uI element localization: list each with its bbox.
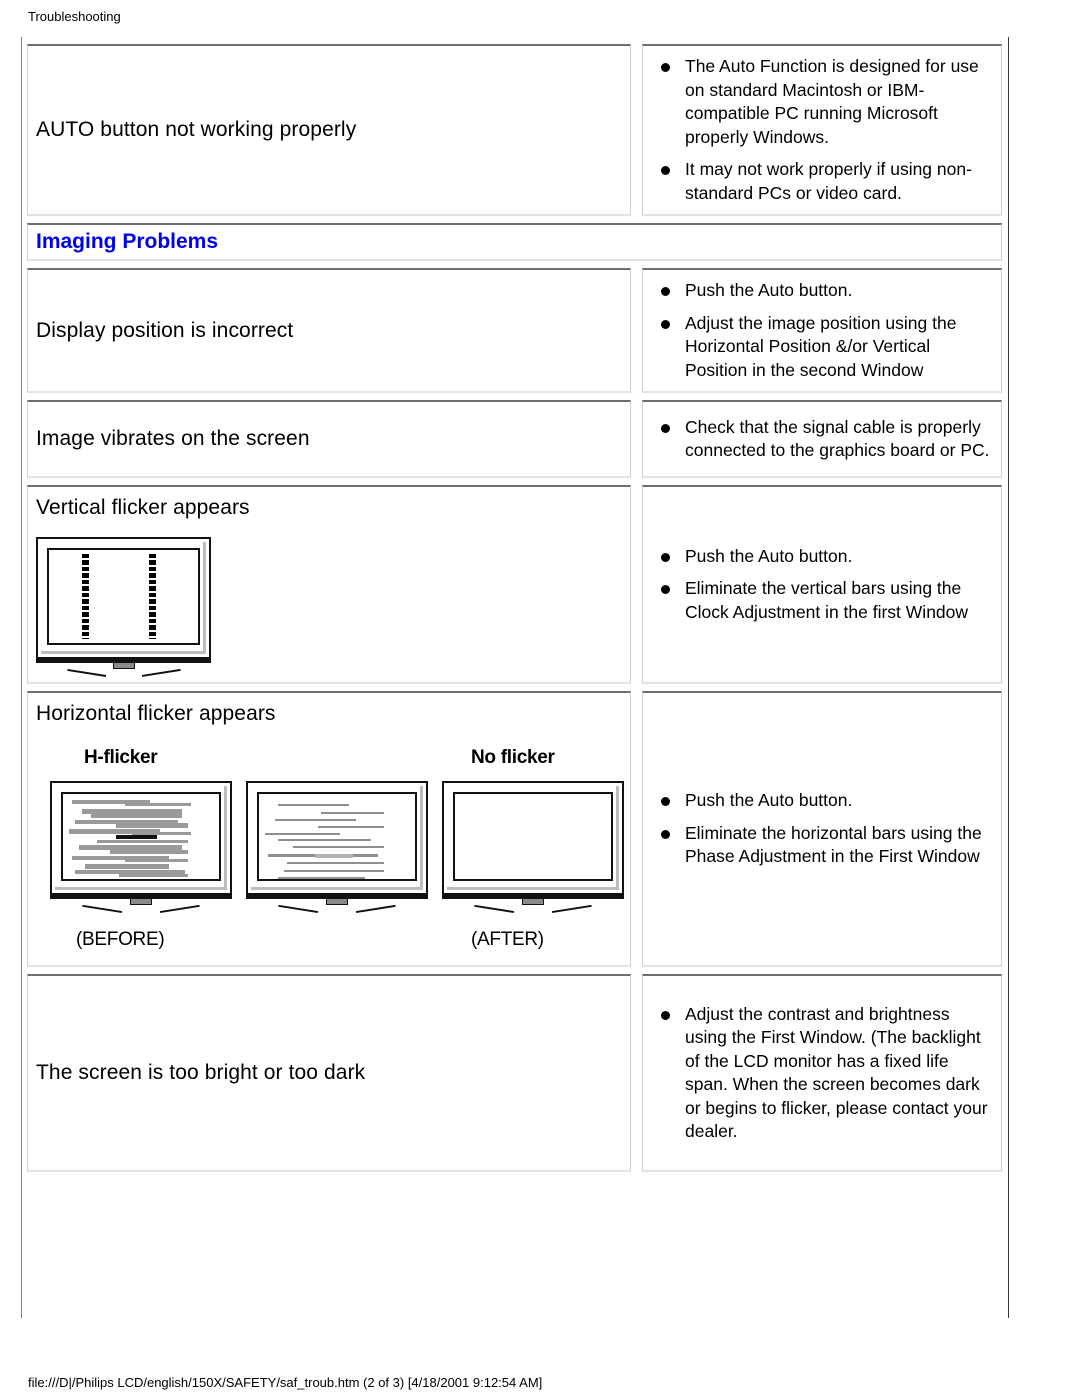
scanline <box>125 803 191 806</box>
scanline <box>277 877 366 879</box>
bullet-icon <box>661 552 670 562</box>
list-item: The Auto Function is designed for use on… <box>657 55 991 149</box>
scanline <box>116 835 157 839</box>
list-item: Eliminate the vertical bars using the Cl… <box>657 577 991 624</box>
table-row: Horizontal flicker appears H-flicker No … <box>27 691 1002 967</box>
solution-cell-screen-brightness: Adjust the contrast and brightness using… <box>642 974 1002 1172</box>
page-header-title: Troubleshooting <box>28 9 121 24</box>
scanline <box>125 859 188 862</box>
scanline <box>84 864 170 869</box>
solution-cell-vertical-flicker: Push the Auto button. Eliminate the vert… <box>642 485 1002 684</box>
section-title: Imaging Problems <box>36 230 219 253</box>
before-monitor-illustration <box>50 781 232 914</box>
scanline <box>91 814 182 818</box>
flicker-bar <box>148 554 156 639</box>
solution-text: Push the Auto button. <box>685 280 853 300</box>
table-row: The screen is too bright or too dark Adj… <box>27 974 1002 1172</box>
solution-list: The Auto Function is designed for use on… <box>643 55 1001 205</box>
scanline <box>283 870 384 872</box>
bullet-icon <box>661 423 670 433</box>
problem-cell-vertical-flicker: Vertical flicker appears <box>27 485 631 684</box>
flicker-bar <box>81 554 89 639</box>
bullet-icon <box>661 63 670 72</box>
solution-cell-auto-button: The Auto Function is designed for use on… <box>642 44 1002 216</box>
bullet-icon <box>661 1010 670 1020</box>
problem-cell-horizontal-flicker: Horizontal flicker appears H-flicker No … <box>27 691 631 967</box>
problem-label: Display position is incorrect <box>36 318 294 342</box>
noflicker-label: No flicker <box>471 747 555 768</box>
solution-text: Adjust the contrast and brightness using… <box>685 1003 988 1142</box>
table-tail-space <box>27 1179 1002 1309</box>
problem-cell-display-position: Display position is incorrect <box>27 268 631 393</box>
table-row: Vertical flicker appears Push the Auto b… <box>27 485 1002 684</box>
list-item: Push the Auto button. <box>657 545 991 569</box>
problem-cell-screen-brightness: The screen is too bright or too dark <box>27 974 631 1172</box>
list-item: It may not work properly if using non-st… <box>657 158 991 205</box>
problem-label: Horizontal flicker appears <box>36 702 276 725</box>
problem-label: The screen is too bright or too dark <box>36 1061 366 1084</box>
list-item: Push the Auto button. <box>657 279 991 303</box>
scanline <box>277 839 372 841</box>
problem-cell-image-vibrates: Image vibrates on the screen <box>27 400 631 478</box>
list-item: Eliminate the horizontal bars using the … <box>657 822 991 869</box>
before-caption: (BEFORE) <box>76 929 165 950</box>
solution-text: Eliminate the horizontal bars using the … <box>685 822 982 867</box>
hflicker-label: H-flicker <box>84 747 158 768</box>
solution-cell-display-position: Push the Auto button. Adjust the image p… <box>642 268 1002 393</box>
scanline <box>97 840 188 843</box>
solution-list: Push the Auto button. Eliminate the vert… <box>643 545 1001 625</box>
section-cell-imaging-problems: Imaging Problems <box>27 223 1002 261</box>
table-row: Display position is incorrect Push the A… <box>27 268 1002 393</box>
middle-monitor-illustration <box>246 781 428 914</box>
list-item: Adjust the contrast and brightness using… <box>657 1003 991 1144</box>
solution-text: Push the Auto button. <box>685 545 853 566</box>
bullet-icon <box>661 585 670 595</box>
solution-text: Check that the signal cable is properly … <box>685 416 990 461</box>
page-footer-path: file:///D|/Philips LCD/english/150X/SAFE… <box>28 1375 543 1390</box>
problem-label: Vertical flicker appears <box>36 496 250 519</box>
list-item: Check that the signal cable is properly … <box>657 416 991 463</box>
bullet-icon <box>661 797 670 807</box>
problem-cell-auto-button: AUTO button not working properly <box>27 44 631 216</box>
bullet-icon <box>661 829 670 839</box>
list-item: Push the Auto button. <box>657 789 991 813</box>
after-monitor-illustration <box>442 781 624 914</box>
scanline <box>321 812 384 814</box>
bullet-icon <box>661 287 670 296</box>
solution-list: Push the Auto button. Eliminate the hori… <box>643 789 1001 869</box>
table-row: Image vibrates on the screen Check that … <box>27 400 1002 478</box>
scanline <box>287 862 384 864</box>
solution-text: The Auto Function is designed for use on… <box>685 56 979 147</box>
solution-list: Adjust the contrast and brightness using… <box>643 1003 1001 1144</box>
solution-text: Eliminate the vertical bars using the Cl… <box>685 578 969 622</box>
table-row: AUTO button not working properly The Aut… <box>27 44 1002 216</box>
solution-cell-image-vibrates: Check that the signal cable is properly … <box>642 400 1002 478</box>
scanline <box>315 854 353 858</box>
after-caption: (AFTER) <box>471 929 544 950</box>
solution-list: Push the Auto button. Adjust the image p… <box>643 279 1001 382</box>
scanline <box>265 833 341 835</box>
troubleshooting-table: AUTO button not working properly The Aut… <box>27 44 1002 1309</box>
scanline <box>277 804 350 806</box>
scanline <box>318 826 384 828</box>
solution-text: Push the Auto button. <box>685 790 853 811</box>
scanline <box>109 850 188 854</box>
scanline <box>116 823 188 828</box>
solution-list: Check that the signal cable is properly … <box>643 416 1001 463</box>
bullet-icon <box>661 166 670 175</box>
solution-text: It may not work properly if using non-st… <box>685 159 972 203</box>
scanline <box>79 879 173 881</box>
solution-cell-horizontal-flicker: Push the Auto button. Eliminate the hori… <box>642 691 1002 967</box>
scanline <box>119 874 188 877</box>
solution-text: Adjust the image position using the Hori… <box>685 312 957 380</box>
scanline <box>293 846 384 848</box>
bullet-icon <box>661 319 670 329</box>
list-item: Adjust the image position using the Hori… <box>657 312 991 383</box>
problem-label: AUTO button not working properly <box>36 118 357 141</box>
section-header-row: Imaging Problems <box>27 223 1002 261</box>
vertical-flicker-monitor-illustration <box>36 537 211 677</box>
scanline <box>274 819 356 821</box>
problem-label: Image vibrates on the screen <box>36 427 310 450</box>
